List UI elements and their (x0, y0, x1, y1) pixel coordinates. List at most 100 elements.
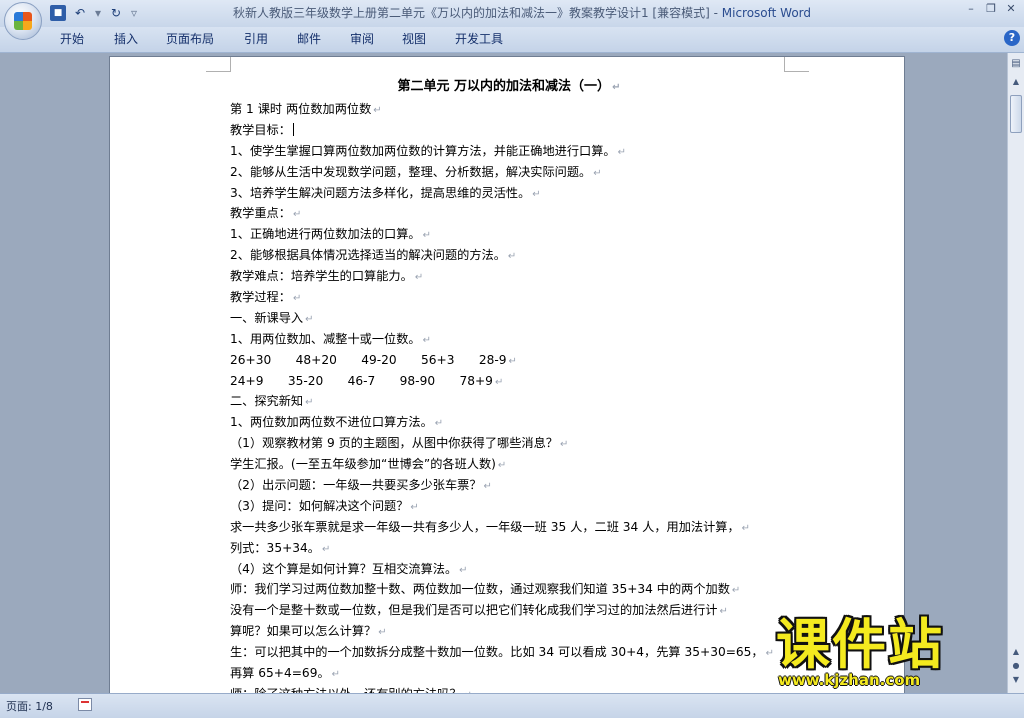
line-text: （4）这个算是如何计算？互相交流算法。 (230, 561, 458, 576)
line-text: 第 1 课时 两位数加两位数 (230, 102, 372, 116)
status-bar: 页面: 1/8 (0, 693, 1024, 718)
line-text: 二、探究新知 (230, 394, 304, 409)
document-line[interactable]: 再算 65+4=69。 ↵ (230, 663, 788, 684)
paragraph-mark-icon: ↵ (719, 606, 728, 618)
text-cursor (292, 122, 294, 136)
page-nav-icons[interactable]: ▲ ● ▼ (1009, 645, 1023, 687)
watermark-logo: 课件站 www.kjzhan.com (776, 617, 1004, 693)
proofing-icon[interactable] (78, 698, 92, 711)
line-text: 一、新课导入 (230, 310, 304, 325)
line-text: 3、培养学生解决问题方法多样化，提高思维的灵活性。 (230, 185, 531, 200)
line-text: 教学目标： (230, 122, 291, 137)
ribbon-tabs: 开始 插入 页面布局 引用 邮件 审阅 视图 开发工具 (0, 27, 1024, 53)
document-line[interactable]: 师：除了这种方法以外，还有别的方法吗？↵ (230, 684, 788, 693)
margin-corner-mark (206, 57, 231, 72)
line-text: 教学过程： (230, 290, 291, 305)
paragraph-mark-icon: ↵ (593, 167, 602, 179)
paragraph-mark-icon: ↵ (459, 564, 468, 576)
line-text: 26+30 48+20 49-20 56+3 28-9 (230, 352, 507, 367)
document-line[interactable]: 学生汇报。(一至五年级参加“世博会”的各班人数) ↵ (230, 454, 788, 475)
margin-corner-mark (784, 57, 809, 72)
office-button[interactable] (4, 2, 42, 40)
tab-mailings[interactable]: 邮件 (293, 30, 325, 49)
document-line[interactable]: 二、探究新知 ↵ (230, 391, 788, 412)
scroll-up-icon[interactable]: ▲ (1009, 75, 1023, 89)
document-line[interactable]: 第 1 课时 两位数加两位数 ↵ (230, 99, 788, 120)
minimize-icon[interactable]: – (964, 2, 978, 16)
line-text: 师：我们学习过两位数加整十数、两位数加一位数，通过观察我们知道 35+34 中的… (230, 582, 730, 597)
paragraph-mark-icon: ↵ (422, 334, 431, 346)
document-line[interactable]: 没有一个是整十数或一位数，但是我们是否可以把它们转化成我们学习过的加法然后进行计… (230, 600, 788, 621)
office-logo-icon (14, 12, 32, 30)
document-heading[interactable]: 第二单元 万以内的加法和减法（一） ↵ (230, 75, 788, 99)
close-icon[interactable]: ✕ (1004, 2, 1018, 16)
line-text: 1、正确地进行两位数加法的口算。 (230, 227, 421, 242)
paragraph-mark-icon: ↵ (305, 397, 314, 409)
paragraph-mark-icon: ↵ (731, 585, 741, 597)
line-text: 学生汇报。(一至五年级参加“世博会”的各班人数) (230, 457, 496, 472)
tab-home[interactable]: 开始 (56, 30, 88, 49)
document-line[interactable]: 教学重点： ↵ (230, 203, 788, 224)
window-controls: – ❐ ✕ (964, 2, 1018, 16)
document-line[interactable]: 教学目标： (230, 120, 788, 141)
document-body[interactable]: 第二单元 万以内的加法和减法（一） ↵ 第 1 课时 两位数加两位数 ↵ 教学目标： 1、… (230, 75, 788, 693)
document-line[interactable]: （3）提问：如何解决这个问题？ ↵ (230, 496, 788, 517)
document-line[interactable]: 师：我们学习过两位数加整十数、两位数加一位数，通过观察我们知道 35+34 中的… (230, 579, 788, 600)
document-line[interactable]: （2）出示问题：一年级一共要买多少张车票？ ↵ (230, 475, 788, 496)
document-page[interactable]: 第二单元 万以内的加法和减法（一） ↵ 第 1 课时 两位数加两位数 ↵ 教学目标： 1、… (110, 57, 904, 693)
tab-review[interactable]: 审阅 (346, 30, 378, 49)
paragraph-mark-icon: ↵ (292, 293, 302, 305)
document-line[interactable]: 列式：35+34。 ↵ (230, 538, 788, 559)
line-text: 24+9 35-20 46-7 98-90 78+9 (230, 373, 493, 388)
watermark-brand: 课件站 (776, 613, 944, 676)
document-line[interactable]: 教学难点：培养学生的口算能力。 ↵ (230, 266, 788, 287)
document-line[interactable]: （1）观察教材第 9 页的主题图，从图中你获得了哪些消息？ ↵ (230, 433, 788, 454)
line-text: 1、使学生掌握口算两位数加两位数的计算方法，并能正确地进行口算。 (230, 143, 616, 158)
line-text: 第二单元 万以内的加法和减法（一） (397, 79, 611, 94)
document-line[interactable]: 1、用两位数加、减整十或一位数。 ↵ (230, 329, 788, 350)
document-line[interactable]: 1、正确地进行两位数加法的口算。 ↵ (230, 224, 788, 245)
line-text: （3）提问：如何解决这个问题？ (230, 498, 409, 513)
document-line[interactable]: （4）这个算是如何计算？互相交流算法。 ↵ (230, 559, 788, 580)
document-line[interactable]: 2、能够从生活中发现数学问题，整理、分析数据，解决实际问题。 ↵ (230, 162, 788, 183)
line-text: 2、能够从生活中发现数学问题，整理、分析数据，解决实际问题。 (230, 164, 592, 179)
paragraph-mark-icon: ↵ (422, 230, 431, 242)
tab-references[interactable]: 引用 (240, 30, 272, 49)
line-text: 教学难点：培养学生的口算能力。 (230, 269, 413, 284)
line-text: 1、两位数加两位数不进位口算方法。 (230, 415, 433, 430)
document-line[interactable]: 一、新课导入 ↵ (230, 308, 788, 329)
paragraph-mark-icon: ↵ (617, 146, 626, 158)
view-ruler-icon[interactable]: ▤ (1009, 57, 1023, 71)
paragraph-mark-icon: ↵ (497, 460, 507, 472)
scrollbar-thumb[interactable] (1010, 95, 1022, 133)
document-line[interactable]: 26+30 48+20 49-20 56+3 28-9 ↵ (230, 350, 788, 371)
document-line[interactable]: 1、使学生掌握口算两位数加两位数的计算方法，并能正确地进行口算。 ↵ (230, 141, 788, 162)
document-line[interactable]: 教学过程： ↵ (230, 287, 788, 308)
tab-view[interactable]: 视图 (398, 30, 430, 49)
document-line[interactable]: 1、两位数加两位数不进位口算方法。 ↵ (230, 412, 788, 433)
document-line[interactable]: 生：可以把其中的一个加数拆分成整十数加一位数。比如 34 可以看成 30+4，先… (230, 642, 788, 663)
line-text: （2）出示问题：一年级一共要买多少张车票？ (230, 478, 482, 493)
tab-page-layout[interactable]: 页面布局 (162, 30, 218, 49)
line-text: （1）观察教材第 9 页的主题图，从图中你获得了哪些消息？ (230, 436, 558, 451)
page-count[interactable]: 页面: 1/8 (6, 698, 53, 714)
paragraph-mark-icon: ↵ (507, 251, 517, 263)
document-line[interactable]: 24+9 35-20 46-7 98-90 78+9 ↵ (230, 371, 788, 392)
tab-developer[interactable]: 开发工具 (451, 30, 507, 49)
line-text: 1、用两位数加、减整十或一位数。 (230, 331, 421, 346)
paragraph-mark-icon: ↵ (331, 669, 341, 681)
document-line[interactable]: 算呢？如果可以怎么计算？ ↵ (230, 621, 788, 642)
paragraph-mark-icon: ↵ (410, 501, 419, 513)
tab-insert[interactable]: 插入 (110, 30, 142, 49)
paragraph-mark-icon: ↵ (508, 355, 517, 367)
document-line[interactable]: 3、培养学生解决问题方法多样化，提高思维的灵活性。 ↵ (230, 183, 788, 204)
document-line[interactable]: 2、能够根据具体情况选择适当的解决问题的方法。 ↵ (230, 245, 788, 266)
paragraph-mark-icon: ↵ (373, 105, 382, 116)
help-icon[interactable]: ? (1004, 30, 1020, 46)
restore-icon[interactable]: ❐ (984, 2, 998, 16)
line-text: 列式：35+34。 (230, 540, 320, 555)
paragraph-mark-icon: ↵ (434, 418, 444, 430)
document-line[interactable]: 求一共多少张车票就是求一年级一共有多少人，一年级一班 35 人，二班 34 人，… (230, 517, 788, 538)
vertical-scrollbar[interactable]: ▤ ▲ ▲ ● ▼ (1007, 53, 1024, 693)
paragraph-mark-icon: ↵ (612, 82, 621, 93)
